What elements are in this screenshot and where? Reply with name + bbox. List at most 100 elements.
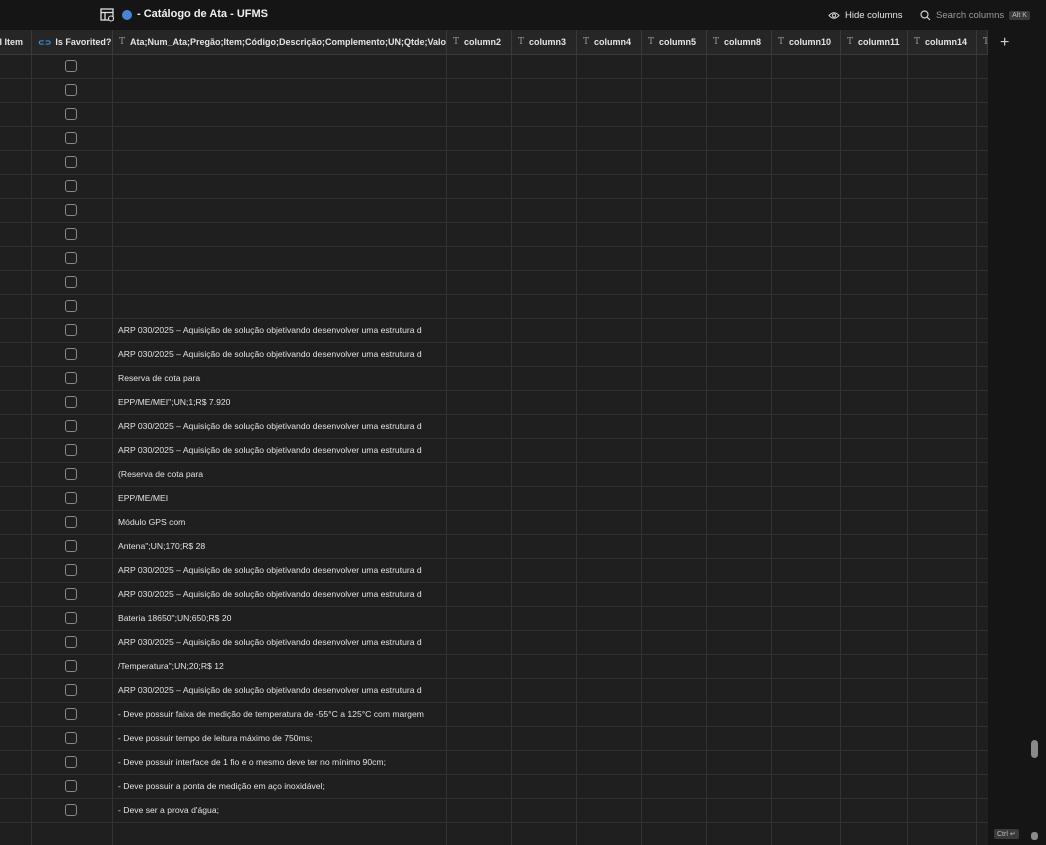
- table-row[interactable]: Antena";UN;170;R$ 28: [0, 535, 988, 559]
- column-header-5[interactable]: Tcolumn4: [577, 30, 642, 54]
- table-row[interactable]: ARP 030/2025 – Aquisição de solução obje…: [0, 679, 988, 703]
- favorite-checkbox[interactable]: [65, 540, 77, 552]
- favorite-checkbox[interactable]: [65, 156, 77, 168]
- favorite-checkbox[interactable]: [65, 780, 77, 792]
- ata-cell[interactable]: - Deve possuir a ponta de medição em aço…: [118, 775, 446, 798]
- ata-cell[interactable]: EPP/ME/MEI: [118, 487, 446, 510]
- favorite-checkbox[interactable]: [65, 804, 77, 816]
- favorite-checkbox[interactable]: [65, 300, 77, 312]
- favorite-checkbox[interactable]: [65, 492, 77, 504]
- ata-cell[interactable]: ARP 030/2025 – Aquisição de solução obje…: [118, 439, 446, 462]
- favorite-checkbox[interactable]: [65, 396, 77, 408]
- table-row[interactable]: - Deve possuir tempo de leitura máximo d…: [0, 727, 988, 751]
- table-row[interactable]: Bateria 18650";UN;650;R$ 20: [0, 607, 988, 631]
- table-row[interactable]: [0, 79, 988, 103]
- column-header-4[interactable]: Tcolumn3: [512, 30, 577, 54]
- favorite-checkbox[interactable]: [65, 84, 77, 96]
- column-header-1[interactable]: ⊂⊃ Is Favorited?: [32, 30, 113, 54]
- ata-cell[interactable]: [118, 55, 446, 78]
- ata-cell[interactable]: [118, 103, 446, 126]
- table-row[interactable]: [0, 295, 988, 319]
- table-row[interactable]: Módulo GPS com: [0, 511, 988, 535]
- column-header-2[interactable]: T Ata;Num_Ata;Pregão;Item;Código;Descriçã…: [113, 30, 447, 54]
- favorite-checkbox[interactable]: [65, 612, 77, 624]
- table-row[interactable]: ARP 030/2025 – Aquisição de solução obje…: [0, 319, 988, 343]
- favorite-checkbox[interactable]: [65, 516, 77, 528]
- favorite-checkbox[interactable]: [65, 132, 77, 144]
- table-row[interactable]: EPP/ME/MEI: [0, 487, 988, 511]
- ata-cell[interactable]: - Deve ser a prova d'água;: [118, 799, 446, 822]
- favorite-checkbox[interactable]: [65, 708, 77, 720]
- search-columns-input[interactable]: Search columns Alt K: [920, 9, 1030, 21]
- favorite-checkbox[interactable]: [65, 372, 77, 384]
- table-row[interactable]: ARP 030/2025 – Aquisição de solução obje…: [0, 439, 988, 463]
- table-row[interactable]: [0, 103, 988, 127]
- favorite-checkbox[interactable]: [65, 60, 77, 72]
- table-row[interactable]: [0, 175, 988, 199]
- favorite-checkbox[interactable]: [65, 252, 77, 264]
- table-row[interactable]: ARP 030/2025 – Aquisição de solução obje…: [0, 583, 988, 607]
- favorite-checkbox[interactable]: [65, 204, 77, 216]
- favorite-checkbox[interactable]: [65, 756, 77, 768]
- ata-cell[interactable]: [118, 175, 446, 198]
- add-column-button[interactable]: +: [1000, 34, 1009, 52]
- table-row[interactable]: [0, 127, 988, 151]
- ata-cell[interactable]: ARP 030/2025 – Aquisição de solução obje…: [118, 679, 446, 702]
- ata-cell[interactable]: [118, 295, 446, 318]
- table-row[interactable]: ARP 030/2025 – Aquisição de solução obje…: [0, 343, 988, 367]
- table-row[interactable]: [0, 151, 988, 175]
- ata-cell[interactable]: [118, 79, 446, 102]
- table-row[interactable]: - Deve ser a prova d'água;: [0, 799, 988, 823]
- ata-cell[interactable]: (Reserva de cota para: [118, 463, 446, 486]
- table-row[interactable]: [0, 55, 988, 79]
- ata-cell[interactable]: - Deve possuir interface de 1 fio e o me…: [118, 751, 446, 774]
- ata-cell[interactable]: [118, 223, 446, 246]
- ata-cell[interactable]: [118, 151, 446, 174]
- table-row[interactable]: - Deve possuir faixa de medição de tempe…: [0, 703, 988, 727]
- ata-cell[interactable]: - Deve possuir faixa de medição de tempe…: [118, 703, 446, 726]
- column-header-10[interactable]: Tcolumn14: [908, 30, 977, 54]
- table-row[interactable]: Reserva de cota para: [0, 367, 988, 391]
- column-header-8[interactable]: Tcolumn10: [772, 30, 841, 54]
- ata-cell[interactable]: [118, 199, 446, 222]
- table-row[interactable]: - Deve possuir a ponta de medição em aço…: [0, 775, 988, 799]
- table-row[interactable]: /Temperatura";UN;20;R$ 12: [0, 655, 988, 679]
- ata-cell[interactable]: Módulo GPS com: [118, 511, 446, 534]
- ata-cell[interactable]: ARP 030/2025 – Aquisição de solução obje…: [118, 415, 446, 438]
- favorite-checkbox[interactable]: [65, 228, 77, 240]
- scrollbar-end-handle[interactable]: [1031, 832, 1038, 840]
- table-row[interactable]: [0, 199, 988, 223]
- favorite-checkbox[interactable]: [65, 324, 77, 336]
- table-row[interactable]: ARP 030/2025 – Aquisição de solução obje…: [0, 559, 988, 583]
- table-row[interactable]: [0, 247, 988, 271]
- hide-columns-button[interactable]: Hide columns: [828, 9, 903, 21]
- ata-cell[interactable]: ARP 030/2025 – Aquisição de solução obje…: [118, 583, 446, 606]
- column-header-6[interactable]: Tcolumn5: [642, 30, 707, 54]
- column-header-7[interactable]: Tcolumn8: [707, 30, 772, 54]
- table-row[interactable]: - Deve possuir interface de 1 fio e o me…: [0, 751, 988, 775]
- ata-cell[interactable]: ARP 030/2025 – Aquisição de solução obje…: [118, 343, 446, 366]
- column-header-11[interactable]: T: [977, 30, 988, 54]
- favorite-checkbox[interactable]: [65, 660, 77, 672]
- ata-cell[interactable]: Antena";UN;170;R$ 28: [118, 535, 446, 558]
- favorite-checkbox[interactable]: [65, 636, 77, 648]
- column-header-3[interactable]: Tcolumn2: [447, 30, 512, 54]
- favorite-checkbox[interactable]: [65, 180, 77, 192]
- ata-cell[interactable]: /Temperatura";UN;20;R$ 12: [118, 655, 446, 678]
- favorite-checkbox[interactable]: [65, 276, 77, 288]
- ata-cell[interactable]: - Deve possuir tempo de leitura máximo d…: [118, 727, 446, 750]
- column-header-0[interactable]: l Item: [0, 30, 32, 54]
- table-row[interactable]: [0, 271, 988, 295]
- favorite-checkbox[interactable]: [65, 444, 77, 456]
- favorite-checkbox[interactable]: [65, 732, 77, 744]
- ata-cell[interactable]: [118, 127, 446, 150]
- table-row[interactable]: EPP/ME/MEI";UN;1;R$ 7.920: [0, 391, 988, 415]
- ata-cell[interactable]: Bateria 18650";UN;650;R$ 20: [118, 607, 446, 630]
- column-header-9[interactable]: Tcolumn11: [841, 30, 908, 54]
- table-row[interactable]: [0, 223, 988, 247]
- ata-cell[interactable]: ARP 030/2025 – Aquisição de solução obje…: [118, 631, 446, 654]
- ata-cell[interactable]: [118, 271, 446, 294]
- table-row[interactable]: ARP 030/2025 – Aquisição de solução obje…: [0, 415, 988, 439]
- ata-cell[interactable]: ARP 030/2025 – Aquisição de solução obje…: [118, 319, 446, 342]
- ata-cell[interactable]: EPP/ME/MEI";UN;1;R$ 7.920: [118, 391, 446, 414]
